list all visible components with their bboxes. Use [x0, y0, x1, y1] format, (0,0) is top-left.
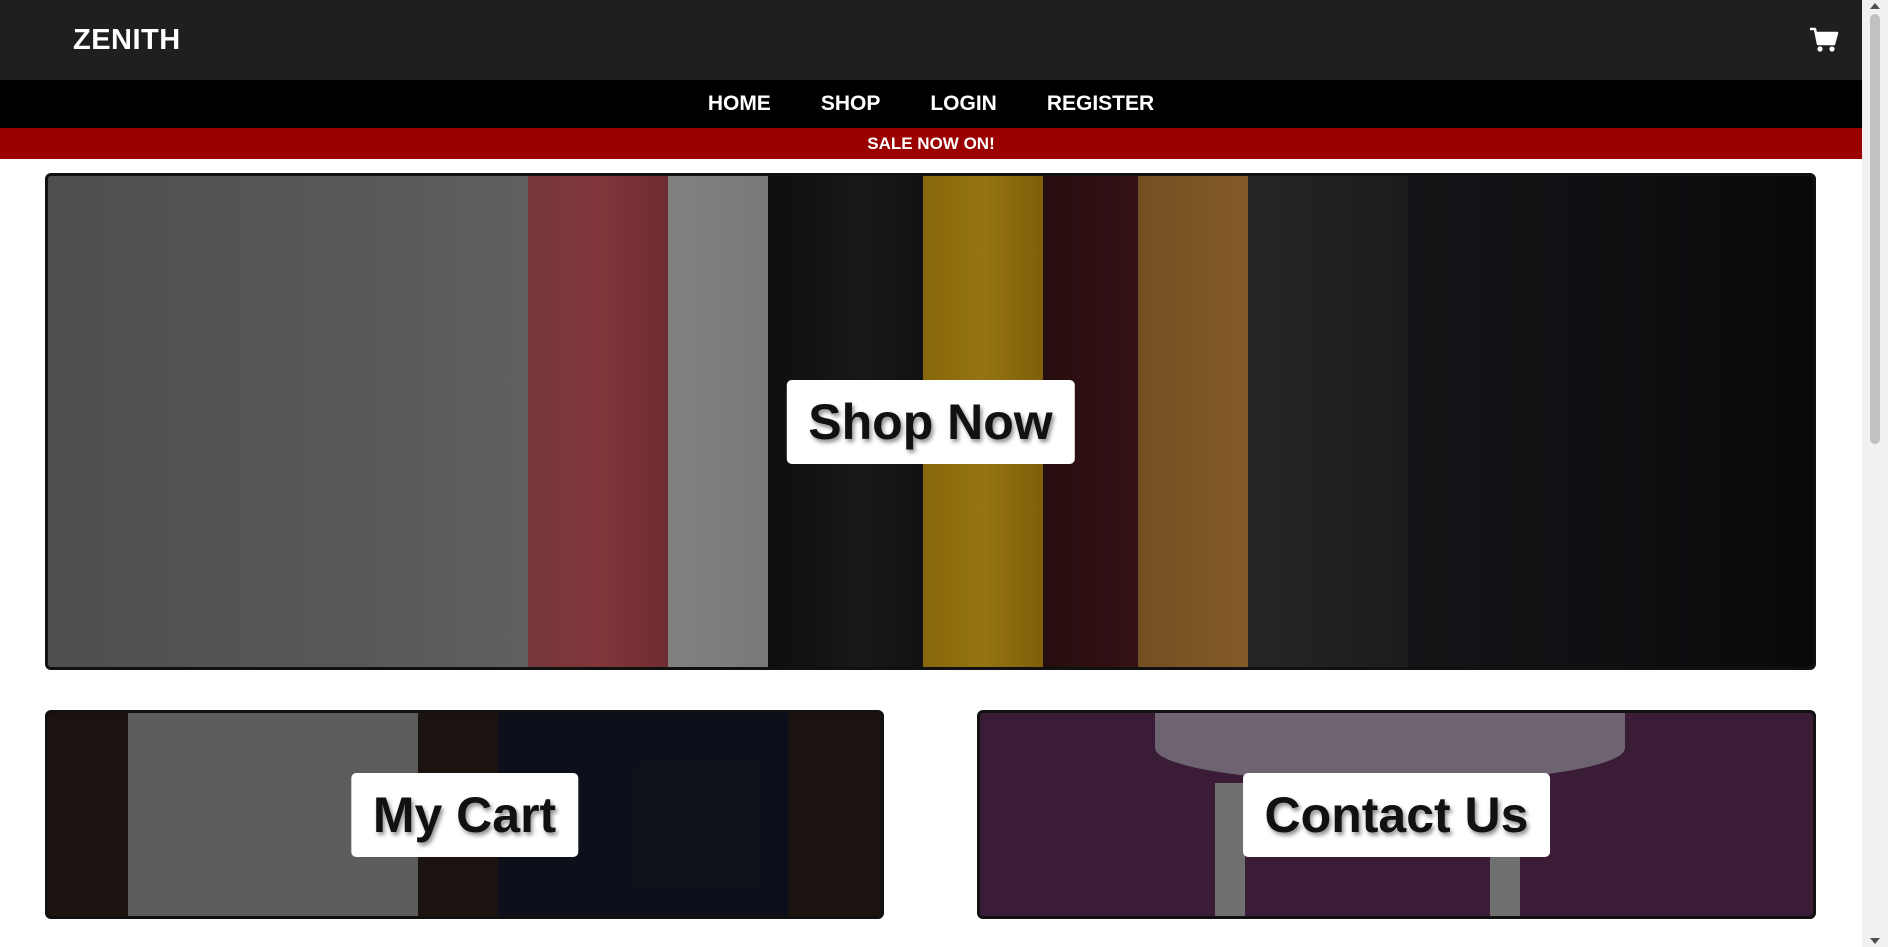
- my-cart-button[interactable]: My Cart: [350, 772, 579, 857]
- shopping-cart-icon: [1810, 27, 1839, 52]
- scrollbar-thumb[interactable]: [1870, 14, 1880, 444]
- page: ZENITH HOME SHOP LOGIN REGISTER SALE NOW…: [0, 0, 1862, 947]
- top-bar: ZENITH: [0, 0, 1862, 80]
- vertical-scrollbar[interactable]: [1862, 0, 1888, 947]
- contact-us-tile[interactable]: Contact Us: [977, 710, 1816, 919]
- nav-login[interactable]: LOGIN: [930, 92, 997, 116]
- scroll-down-icon[interactable]: [1870, 938, 1880, 944]
- hero-shop-tile[interactable]: Shop Now: [45, 173, 1816, 670]
- contact-us-button[interactable]: Contact Us: [1242, 772, 1551, 857]
- nav-shop[interactable]: SHOP: [821, 92, 881, 116]
- my-cart-tile[interactable]: My Cart: [45, 710, 884, 919]
- main-nav: HOME SHOP LOGIN REGISTER: [0, 80, 1862, 128]
- nav-register[interactable]: REGISTER: [1047, 92, 1154, 116]
- nav-home[interactable]: HOME: [708, 92, 771, 116]
- brand-logo[interactable]: ZENITH: [73, 24, 181, 57]
- scroll-up-icon[interactable]: [1870, 3, 1880, 9]
- cart-button[interactable]: [1806, 22, 1842, 58]
- shop-now-button[interactable]: Shop Now: [786, 379, 1075, 464]
- sale-banner: SALE NOW ON!: [0, 128, 1862, 159]
